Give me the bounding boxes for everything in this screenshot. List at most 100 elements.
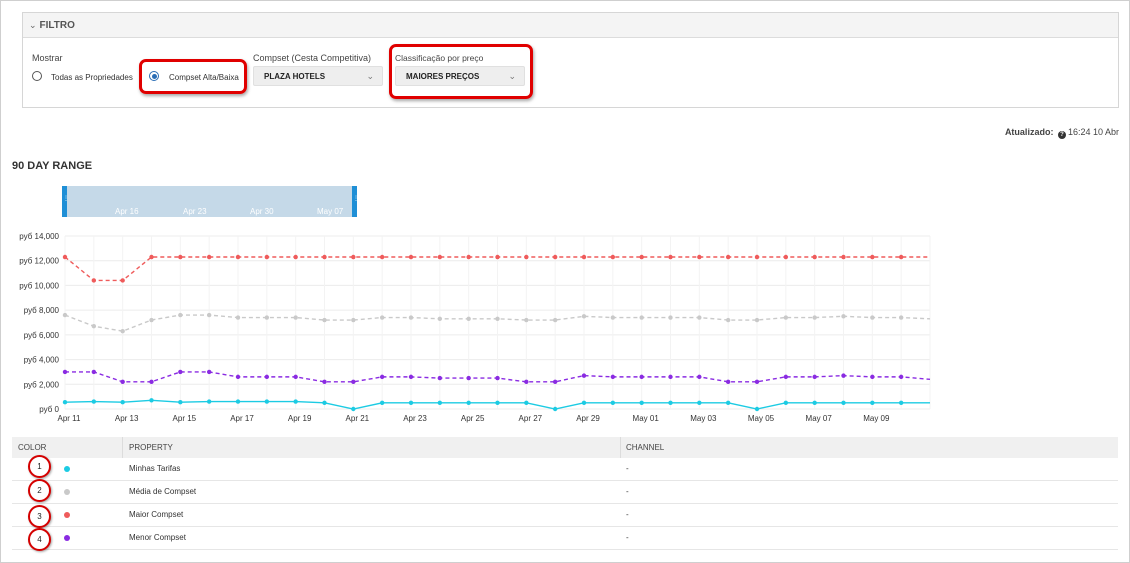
data-point xyxy=(812,254,817,260)
data-point xyxy=(552,379,558,385)
data-point xyxy=(639,315,644,320)
channel-cell: - xyxy=(626,533,629,542)
annotation-number: 1 xyxy=(28,455,51,478)
x-tick-label: Apr 25 xyxy=(461,414,485,423)
data-point xyxy=(379,400,385,406)
data-point xyxy=(62,400,68,405)
data-point xyxy=(495,375,500,381)
property-cell: Média de Compset xyxy=(129,487,197,496)
data-point xyxy=(812,400,817,406)
data-point xyxy=(351,254,356,260)
column-divider xyxy=(122,437,123,458)
range-handle-left[interactable]: ⋮ xyxy=(62,186,69,217)
x-tick-label: May 03 xyxy=(690,414,717,423)
legend-table: COLOR PROPERTY CHANNEL Minhas Tarifas - … xyxy=(12,437,1118,550)
annotation-number: 4 xyxy=(28,528,51,551)
data-point xyxy=(841,373,846,378)
table-row[interactable]: Maior Compset - xyxy=(12,504,1118,527)
data-point xyxy=(206,312,212,318)
data-point xyxy=(235,315,241,320)
x-tick-label: Apr 29 xyxy=(576,414,600,423)
filter-title: FILTRO xyxy=(39,19,75,31)
data-point xyxy=(235,254,241,260)
data-point xyxy=(898,254,904,260)
data-point xyxy=(322,317,327,323)
x-tick-label: Apr 27 xyxy=(519,414,543,423)
data-point xyxy=(351,317,356,323)
data-point xyxy=(408,254,414,260)
data-point xyxy=(870,254,875,260)
data-point xyxy=(322,254,327,260)
data-point xyxy=(581,254,587,260)
data-point xyxy=(408,400,414,406)
radio-compset-high-low-label[interactable]: Compset Alta/Baixa xyxy=(169,73,239,82)
data-point xyxy=(206,369,212,375)
grip-icon: ⋮ xyxy=(63,196,69,202)
filter-header[interactable]: ⌄ FILTRO xyxy=(23,13,1118,38)
x-tick-label: Apr 19 xyxy=(288,414,312,423)
compset-select-value: PLAZA HOTELS xyxy=(264,71,326,81)
radio-all-properties[interactable] xyxy=(32,71,42,81)
data-point xyxy=(351,406,356,412)
table-row[interactable]: Menor Compset - xyxy=(12,527,1118,550)
data-point xyxy=(870,374,875,380)
data-point xyxy=(841,314,846,319)
data-point xyxy=(264,315,270,320)
data-point xyxy=(581,314,587,319)
data-point xyxy=(725,317,731,323)
data-point xyxy=(812,374,817,380)
compset-label: Compset (Cesta Competitiva) xyxy=(253,53,372,63)
data-point xyxy=(264,254,270,260)
compset-select[interactable]: PLAZA HOTELS ⌄ xyxy=(253,66,383,86)
data-point xyxy=(235,374,241,380)
data-point xyxy=(524,317,529,323)
data-point xyxy=(754,254,760,260)
data-point xyxy=(206,254,212,260)
data-point xyxy=(754,406,760,412)
data-point xyxy=(697,374,702,380)
data-point xyxy=(870,400,875,406)
data-point xyxy=(783,315,789,320)
info-icon: ? xyxy=(1057,131,1066,139)
range-navigator[interactable]: ⋮ ⋮ Apr 16 Apr 23 Apr 30 May 07 xyxy=(62,186,359,217)
data-point xyxy=(668,254,673,260)
radio-all-properties-label[interactable]: Todas as Propriedades xyxy=(51,73,133,82)
data-point xyxy=(898,400,904,406)
chevron-down-icon: ⌄ xyxy=(29,19,37,30)
y-tick-label: руб 6,000 xyxy=(24,331,60,340)
x-tick-label: Apr 15 xyxy=(173,414,197,423)
data-point xyxy=(754,379,760,385)
annotation-number: 3 xyxy=(28,505,51,528)
data-point xyxy=(581,373,587,378)
y-tick-label: руб 0 xyxy=(39,405,59,414)
range-handle-right[interactable]: ⋮ xyxy=(352,186,359,217)
column-header-property: PROPERTY xyxy=(129,443,173,452)
data-point xyxy=(552,254,558,260)
chevron-down-icon: ⌄ xyxy=(508,71,516,81)
radio-compset-high-low[interactable] xyxy=(149,71,159,81)
annotation-number: 2 xyxy=(28,479,51,502)
property-cell: Menor Compset xyxy=(129,533,186,542)
price-sort-select-value: MAIORES PREÇOS xyxy=(406,71,480,81)
table-row[interactable]: Minhas Tarifas - xyxy=(12,458,1118,481)
data-point xyxy=(841,400,846,406)
data-point xyxy=(725,400,731,406)
data-point xyxy=(206,399,212,404)
column-divider xyxy=(620,437,621,458)
data-point xyxy=(668,374,673,380)
y-tick-label: руб 12,000 xyxy=(19,257,59,266)
data-point xyxy=(870,315,875,320)
data-point xyxy=(783,400,789,406)
table-row[interactable]: Média de Compset - xyxy=(12,481,1118,504)
data-point xyxy=(754,317,760,323)
x-tick-label: Apr 17 xyxy=(230,414,254,423)
y-tick-label: руб 8,000 xyxy=(24,306,60,315)
data-point xyxy=(581,400,587,406)
range-label: Apr 16 xyxy=(115,207,139,216)
data-point xyxy=(62,369,68,375)
data-point xyxy=(149,317,154,323)
price-sort-select[interactable]: MAIORES PREÇOS ⌄ xyxy=(395,66,525,86)
data-point xyxy=(408,374,414,380)
data-point xyxy=(898,374,904,380)
channel-cell: - xyxy=(626,510,629,519)
